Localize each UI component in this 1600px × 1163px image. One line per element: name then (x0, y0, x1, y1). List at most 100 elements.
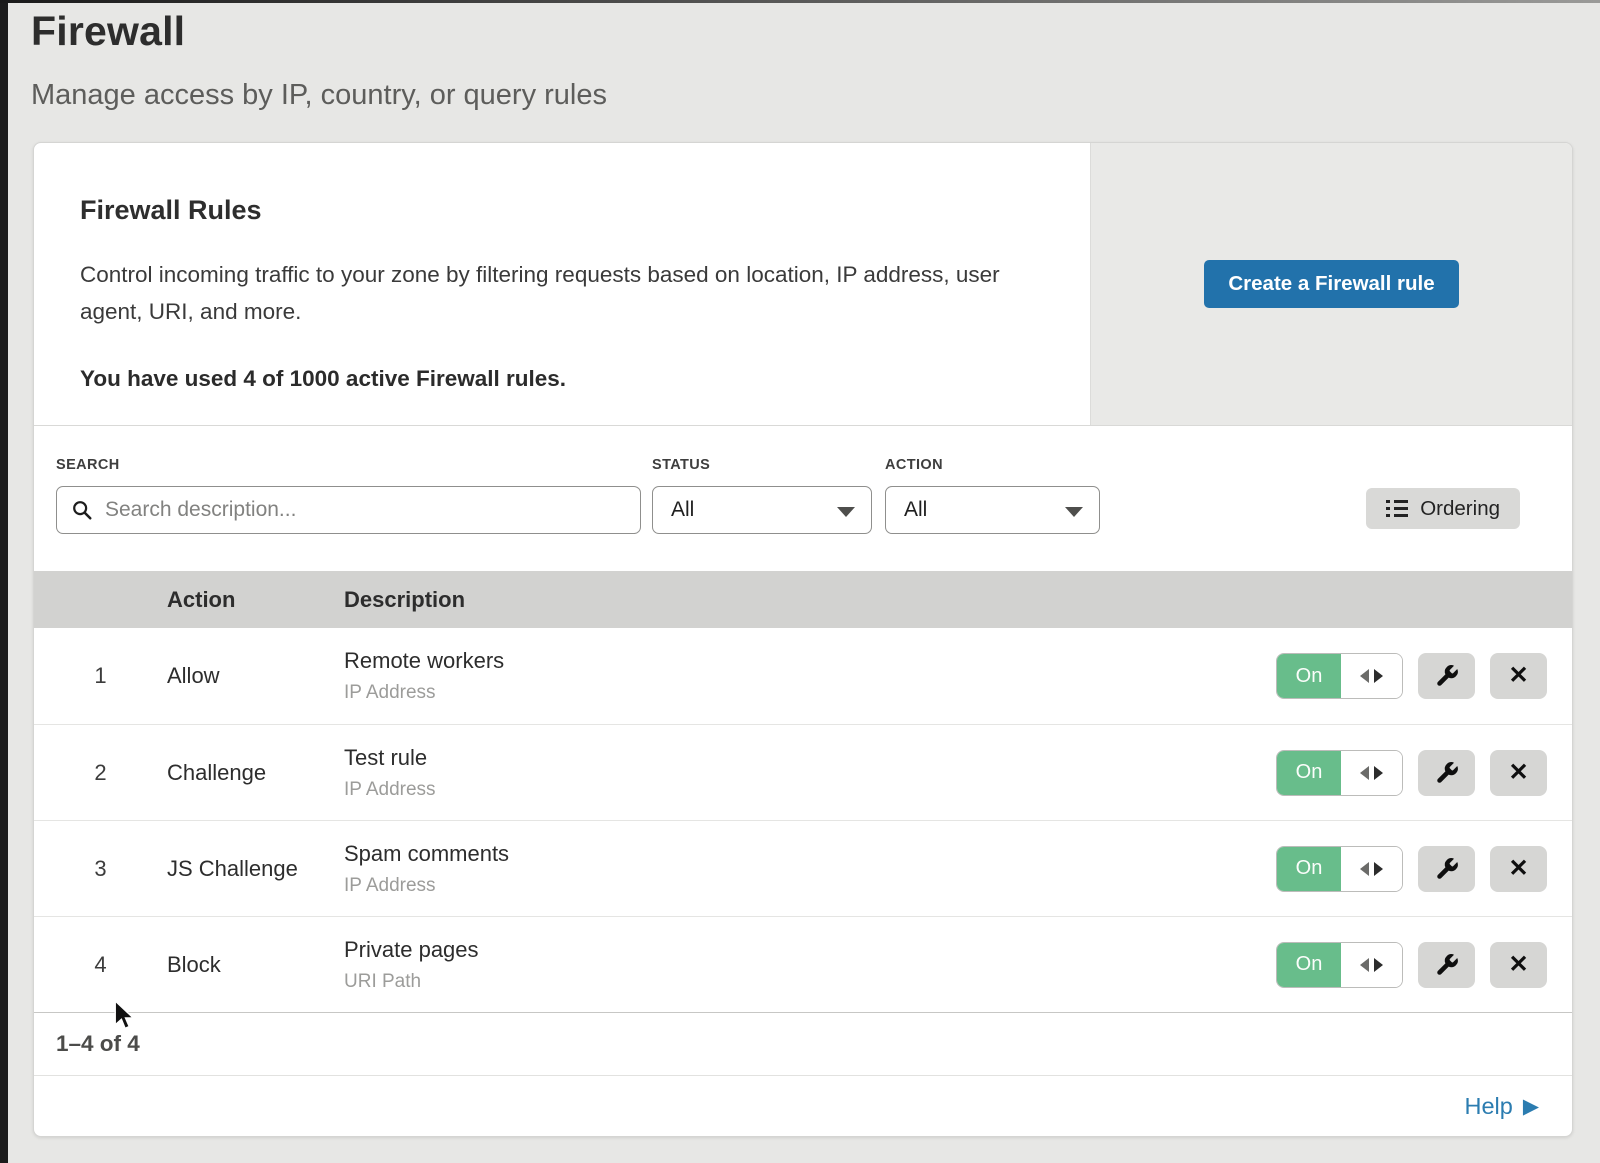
rule-priority: 3 (34, 856, 167, 882)
rules-usage-text: You have used 4 of 1000 active Firewall … (80, 366, 1042, 392)
page-header: Firewall Manage access by IP, country, o… (31, 8, 607, 112)
status-filter-group: STATUS All (652, 457, 872, 534)
list-ordered-icon (1386, 499, 1409, 518)
toggle-on-label: On (1277, 943, 1341, 987)
pagination-row: 1–4 of 4 (34, 1012, 1572, 1075)
edit-rule-button[interactable] (1418, 846, 1475, 892)
close-icon: ✕ (1508, 761, 1528, 785)
rule-priority: 4 (34, 952, 167, 978)
rule-enabled-toggle[interactable]: On (1276, 750, 1403, 796)
rule-description: Remote workers IP Address (344, 648, 1276, 704)
close-icon: ✕ (1508, 664, 1528, 688)
filter-bar: SEARCH STATUS All ACTION All (34, 426, 1572, 571)
chevron-down-icon (1065, 507, 1083, 517)
wrench-icon (1434, 952, 1460, 978)
rule-description: Private pages URI Path (344, 937, 1276, 993)
toggle-on-label: On (1277, 847, 1341, 891)
arrow-left-icon (1360, 862, 1369, 876)
create-rule-panel: Create a Firewall rule (1090, 143, 1572, 425)
rule-match-type: IP Address (344, 682, 1276, 704)
wrench-icon (1434, 760, 1460, 786)
rule-action: JS Challenge (167, 856, 344, 882)
rule-enabled-toggle[interactable]: On (1276, 942, 1403, 988)
rule-enabled-toggle[interactable]: On (1276, 846, 1403, 892)
rule-action: Challenge (167, 760, 344, 786)
delete-rule-button[interactable]: ✕ (1490, 846, 1547, 892)
help-link-label: Help (1465, 1093, 1513, 1120)
arrow-left-icon (1360, 669, 1369, 683)
table-row: 2 Challenge Test rule IP Address On ✕ (34, 724, 1572, 820)
rule-controls: On ✕ (1276, 750, 1547, 796)
edit-rule-button[interactable] (1418, 750, 1475, 796)
ordering-button-label: Ordering (1420, 497, 1500, 521)
table-header: Action Description (34, 571, 1572, 628)
table-row: 1 Allow Remote workers IP Address On ✕ (34, 628, 1572, 724)
rule-controls: On ✕ (1276, 653, 1547, 699)
table-row: 3 JS Challenge Spam comments IP Address … (34, 820, 1572, 916)
action-select[interactable]: All (885, 486, 1100, 534)
rule-priority: 1 (34, 663, 167, 689)
column-action: Action (167, 587, 344, 613)
arrow-right-icon (1374, 958, 1383, 972)
search-label: SEARCH (56, 457, 641, 473)
rule-description-title: Remote workers (344, 648, 1276, 674)
edit-rule-button[interactable] (1418, 942, 1475, 988)
search-input[interactable] (56, 486, 641, 534)
toggle-on-label: On (1277, 654, 1341, 698)
rule-match-type: IP Address (344, 779, 1276, 801)
arrow-right-icon (1374, 862, 1383, 876)
rules-description: Control incoming traffic to your zone by… (80, 256, 1040, 330)
rules-title: Firewall Rules (80, 195, 1042, 226)
toggle-on-label: On (1277, 751, 1341, 795)
pagination-summary: 1–4 of 4 (56, 1031, 140, 1057)
rule-description-title: Private pages (344, 937, 1276, 963)
help-arrow-icon: ▶ (1523, 1094, 1539, 1119)
arrow-right-icon (1374, 766, 1383, 780)
toggle-arrows-icon (1341, 654, 1402, 698)
rule-action: Block (167, 952, 344, 978)
action-filter-group: ACTION All (885, 457, 1100, 534)
rule-description: Spam comments IP Address (344, 841, 1276, 897)
search-icon (71, 499, 93, 521)
firewall-card: Firewall Rules Control incoming traffic … (33, 142, 1573, 1137)
rule-action: Allow (167, 663, 344, 689)
delete-rule-button[interactable]: ✕ (1490, 750, 1547, 796)
edit-rule-button[interactable] (1418, 653, 1475, 699)
window-edge-left (0, 0, 8, 1163)
rule-description-title: Spam comments (344, 841, 1276, 867)
table-row: 4 Block Private pages URI Path On ✕ (34, 916, 1572, 1012)
help-footer: Help ▶ (34, 1075, 1572, 1136)
page-title: Firewall (31, 8, 607, 55)
close-icon: ✕ (1508, 953, 1528, 977)
action-label: ACTION (885, 457, 1100, 473)
toggle-arrows-icon (1341, 847, 1402, 891)
delete-rule-button[interactable]: ✕ (1490, 653, 1547, 699)
search-box (56, 486, 641, 534)
rule-description: Test rule IP Address (344, 745, 1276, 801)
wrench-icon (1434, 663, 1460, 689)
arrow-left-icon (1360, 958, 1369, 972)
window-edge-top (0, 0, 1600, 3)
status-select[interactable]: All (652, 486, 872, 534)
delete-rule-button[interactable]: ✕ (1490, 942, 1547, 988)
wrench-icon (1434, 856, 1460, 882)
help-link[interactable]: Help ▶ (1465, 1093, 1540, 1120)
toggle-arrows-icon (1341, 751, 1402, 795)
create-firewall-rule-button[interactable]: Create a Firewall rule (1204, 260, 1458, 308)
rule-priority: 2 (34, 760, 167, 786)
ordering-button[interactable]: Ordering (1366, 488, 1520, 529)
rule-match-type: IP Address (344, 875, 1276, 897)
rule-controls: On ✕ (1276, 846, 1547, 892)
column-description: Description (344, 587, 1272, 613)
rule-description-title: Test rule (344, 745, 1276, 771)
chevron-down-icon (837, 507, 855, 517)
toggle-arrows-icon (1341, 943, 1402, 987)
firewall-rules-section: Firewall Rules Control incoming traffic … (34, 143, 1572, 426)
status-selected-value: All (671, 498, 694, 522)
arrow-left-icon (1360, 766, 1369, 780)
page-subtitle: Manage access by IP, country, or query r… (31, 79, 607, 112)
status-label: STATUS (652, 457, 872, 473)
rule-enabled-toggle[interactable]: On (1276, 653, 1403, 699)
action-selected-value: All (904, 498, 927, 522)
search-filter-group: SEARCH (56, 457, 641, 534)
